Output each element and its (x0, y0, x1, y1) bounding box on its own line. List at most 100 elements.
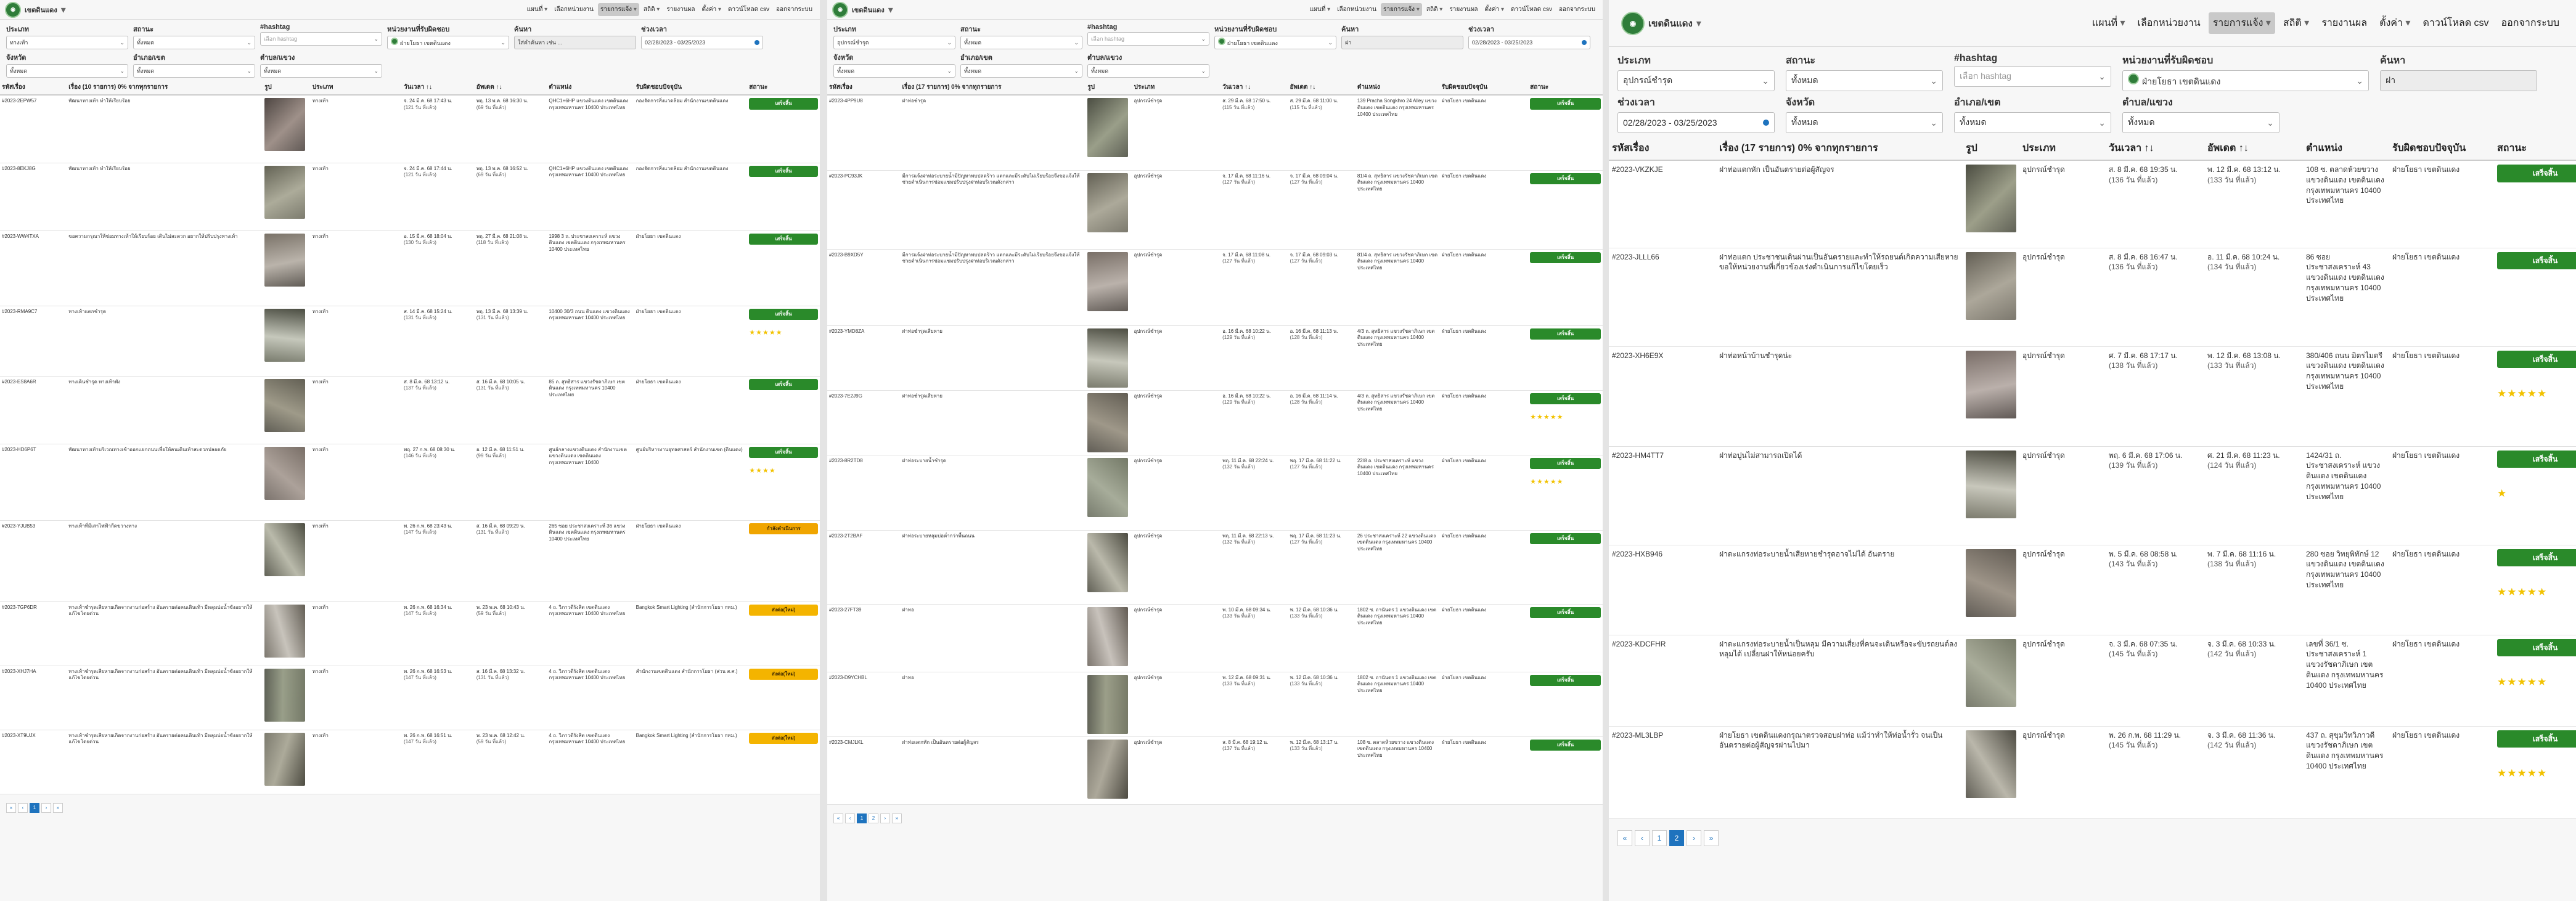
report-title[interactable]: ฝาท่อแตกหัก เป็นอันตรายต่อผู้สัญจร (1716, 160, 1963, 248)
report-title[interactable]: ทางเท้าแตกชำรุด (67, 306, 263, 377)
report-id[interactable]: #2023-8R2TD8 (827, 455, 901, 531)
report-photo-thumbnail[interactable] (1087, 532, 1129, 592)
table-row[interactable]: #2023-WW4TXA ขอความกรุณาให้ซ่อมทางเท้าให้… (0, 230, 820, 306)
filter-agency-select[interactable]: ฝ่ายโยธา เขตดินแดง ⌄ (1214, 36, 1336, 49)
filter-subdistrict-select[interactable]: ทั้งหมด ⌄ (1087, 64, 1209, 78)
report-title[interactable]: ฝาท่อชำรุด (900, 95, 1086, 171)
table-row[interactable]: #2023-7E2J9G ฝาท่อชำรุดเสียหาย อุปกรณ์ชำรุ… (827, 390, 1603, 455)
sort-arrows-icon[interactable]: ↑↓ (1243, 84, 1251, 91)
report-title[interactable]: พัฒนาทางเท้าบริเวณทางเข้าออกแยกถนนเพื่อใ… (67, 444, 263, 521)
menu-item-7[interactable]: ออกจากระบบ (1556, 3, 1598, 16)
report-photo-thumbnail[interactable] (264, 523, 306, 576)
filter-period-select[interactable]: 02/28/2023 - 03/25/2023 (1468, 36, 1590, 49)
report-photo-thumbnail[interactable] (1087, 606, 1129, 666)
report-id[interactable]: #2023-7GP6DR (0, 601, 67, 666)
page-button-5[interactable]: » (1704, 830, 1719, 846)
report-id[interactable]: #2023-HM4TT7 (1609, 446, 1716, 545)
menu-item-4[interactable]: รายงานผล (2317, 12, 2371, 34)
report-title[interactable]: ฝาท่อชำรุดเสียหาย (900, 390, 1086, 455)
status-badge[interactable]: เสร็จสิ้น (749, 98, 818, 110)
calendar-toggle-icon[interactable] (1763, 120, 1769, 126)
page-button-3[interactable]: › (41, 802, 51, 813)
filter-subdistrict-select[interactable]: ทั้งหมด ⌄ (260, 64, 382, 78)
table-row[interactable]: #2023-YJUB53 ทางเท้าที่มีเสาไฟฟ้ากีดขวางท… (0, 520, 820, 602)
report-id[interactable]: #2023-JLLL66 (1609, 248, 1716, 347)
filter-province-select[interactable]: ทั้งหมด ⌄ (833, 64, 955, 78)
table-row[interactable]: #2023-HD6P6T พัฒนาทางเท้าบริเวณทางเข้าออก… (0, 444, 820, 521)
table-row[interactable]: #2023-KDCFHR ฝาตะแกรงท่อระบายน้ำเป็นหลุม … (1609, 635, 2576, 727)
page-button-5[interactable]: » (892, 813, 902, 823)
table-row[interactable]: #2023-XT9UJX ทางเท้าชำรุดเสียหายเกิดจากงา… (0, 730, 820, 794)
brand-dropdown[interactable]: ◉ เขตดินแดง ▾ (1621, 11, 1701, 35)
filter-status-select[interactable]: ทั้งหมด ⌄ (960, 36, 1082, 49)
report-id[interactable]: #2023-YMD8ZA (827, 325, 901, 391)
page-button-3[interactable]: 2 (1669, 830, 1684, 846)
column-header-5[interactable]: อัพเดต ↑↓ (1288, 80, 1355, 96)
menu-item-4[interactable]: รายงานผล (664, 3, 697, 16)
report-photo-thumbnail[interactable] (1966, 251, 2016, 320)
report-title[interactable]: ฝาทอ (900, 672, 1086, 737)
table-row[interactable]: #2023-2T2BAF ฝาท่อระบายหลุมบ่อต่ำกว่าพื้น… (827, 530, 1603, 605)
report-photo-thumbnail[interactable] (1087, 674, 1129, 734)
menu-item-2[interactable]: รายการแจ้ง ▾ (2208, 12, 2275, 34)
status-badge[interactable]: เสร็จสิ้น (2497, 350, 2576, 369)
report-photo-thumbnail[interactable] (264, 98, 306, 151)
filter-period-select[interactable]: 02/28/2023 - 03/25/2023 (641, 36, 763, 49)
status-badge[interactable]: ส่งต่อ(ใหม่) (749, 732, 818, 744)
menu-item-4[interactable]: รายงานผล (1447, 3, 1480, 16)
menu-item-5[interactable]: ตั้งค่า ▾ (1482, 3, 1507, 16)
report-title[interactable]: ทางเท้าชำรุดเสียหายเกิดจากงานก่อสร้าง อั… (67, 666, 263, 730)
status-badge[interactable]: เสร็จสิ้น (1530, 532, 1601, 545)
report-photo-thumbnail[interactable] (264, 378, 306, 432)
table-row[interactable]: #2023-8R2TD8 ฝาท่อระบายน้ำชำรุด อุปกรณ์ชำร… (827, 455, 1603, 531)
report-title[interactable]: ฝาท่อระบายหลุมบ่อต่ำกว่าพื้นถนน (900, 530, 1086, 605)
report-photo-thumbnail[interactable] (264, 165, 306, 219)
report-id[interactable]: #2023-YJUB53 (0, 520, 67, 602)
report-id[interactable]: #2023-HXB946 (1609, 545, 1716, 635)
status-badge[interactable]: เสร็จสิ้น (2497, 548, 2576, 567)
report-title[interactable]: ทางเท้าชำรุดเสียหายเกิดจากงานก่อสร้าง อั… (67, 730, 263, 794)
report-id[interactable]: #2023-XH6E9X (1609, 346, 1716, 447)
filter-province-select[interactable]: ทั้งหมด ⌄ (6, 64, 128, 78)
report-id[interactable]: #2023-D9YCHBL (827, 672, 901, 737)
menu-item-0[interactable]: แผนที่ ▾ (2088, 12, 2130, 34)
report-photo-thumbnail[interactable] (1087, 251, 1129, 311)
menu-item-7[interactable]: ออกจากระบบ (774, 3, 815, 16)
status-badge[interactable]: เสร็จสิ้น (1530, 739, 1601, 751)
column-header-4[interactable]: วันเวลา ↑↓ (1221, 80, 1288, 96)
column-header-6[interactable]: ตำแหน่ง (2303, 137, 2389, 161)
menu-item-0[interactable]: แผนที่ ▾ (525, 3, 550, 16)
report-photo-thumbnail[interactable] (264, 308, 306, 362)
column-header-4[interactable]: วันเวลา ↑↓ (402, 80, 475, 96)
menu-item-3[interactable]: สถิติ ▾ (2279, 12, 2313, 34)
menu-item-1[interactable]: เลือกหน่วยงาน (2133, 12, 2205, 34)
filter-district-select[interactable]: ทั้งหมด ⌄ (1954, 112, 2111, 133)
table-row[interactable]: #2023-VKZKJE ฝาท่อแตกหัก เป็นอันตรายต่อผู… (1609, 160, 2576, 248)
report-title[interactable]: ฝาท่อชำรุดเสียหาย (900, 325, 1086, 391)
table-row[interactable]: #2023-4PP9U8 ฝาท่อชำรุด อุปกรณ์ชำรุด ส. 29 … (827, 95, 1603, 171)
menu-item-2[interactable]: รายการแจ้ง ▾ (1380, 3, 1422, 16)
filter-district-select[interactable]: ทั้งหมด ⌄ (960, 64, 1082, 78)
report-photo-thumbnail[interactable] (1966, 548, 2016, 617)
table-row[interactable]: #2023-XH6E9X ฝาท่อหน้าบ้านชำรุดน่ะ อุปกรณ์… (1609, 346, 2576, 447)
page-button-3[interactable]: 2 (869, 813, 878, 823)
report-id[interactable]: #2023-8EKJ8G (0, 163, 67, 231)
filter-category-select[interactable]: อุปกรณ์ชำรุด ⌄ (1617, 70, 1775, 91)
filter-status-select[interactable]: ทั้งหมด ⌄ (1786, 70, 1943, 91)
table-row[interactable]: #2023-HXB946 ฝาตะแกรงท่อระบายน้ำเสียหายชำ… (1609, 545, 2576, 635)
page-button-0[interactable]: « (1617, 830, 1632, 846)
report-photo-thumbnail[interactable] (264, 668, 306, 722)
report-title[interactable]: ทางเดินชำรุด ทางเท้าพัง (67, 376, 263, 444)
report-title[interactable]: ฝาท่อแตกหัก เป็นอันตรายต่อผู้สัญจร (900, 736, 1086, 805)
filter-agency-select[interactable]: ฝ่ายโยธา เขตดินแดง ⌄ (2122, 70, 2369, 91)
sort-arrows-icon[interactable]: ↑↓ (2236, 143, 2249, 153)
report-photo-thumbnail[interactable] (264, 446, 306, 500)
column-header-5[interactable]: อัพเดต ↑↓ (2204, 137, 2303, 161)
table-row[interactable]: #2023-7GP6DR ทางเท้าชำรุดเสียหายเกิดจากงา… (0, 601, 820, 666)
table-row[interactable]: #2023-ES8A6R ทางเดินชำรุด ทางเท้าพัง ทางเท… (0, 376, 820, 444)
sort-arrows-icon[interactable]: ↑↓ (1307, 84, 1315, 91)
column-header-0[interactable]: รหัสเรื่อง (827, 80, 901, 96)
status-badge[interactable]: เสร็จสิ้น (749, 446, 818, 459)
filter-status-select[interactable]: ทั้งหมด ⌄ (133, 36, 255, 49)
table-row[interactable]: #2023-ML3LBP ฝ่ายโยธา เขตดินแดงกรุณาตรวจส… (1609, 726, 2576, 819)
